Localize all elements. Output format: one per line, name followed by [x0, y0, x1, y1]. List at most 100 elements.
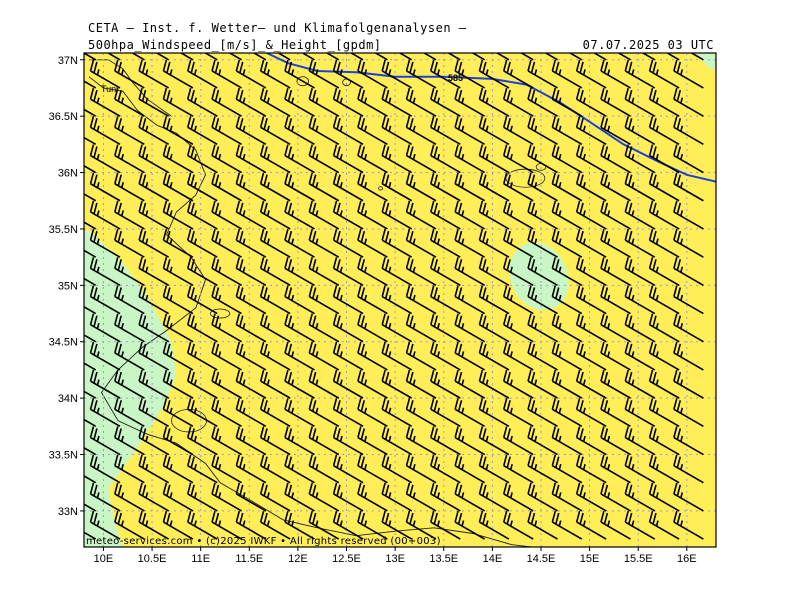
- wind-barb-half-flag: [73, 267, 74, 273]
- wind-barb-half-flag: [195, 41, 196, 47]
- wind-barb-flag: [650, 32, 653, 43]
- wind-barb-flag: [382, 32, 385, 43]
- wind-barb-flag: [455, 32, 458, 43]
- wind-barb-flag: [434, 34, 437, 45]
- wind-barb-half-flag: [73, 351, 74, 357]
- wind-barb-flag: [552, 32, 555, 43]
- wind-barb-flag: [264, 34, 267, 45]
- wind-barb-flag: [66, 32, 69, 43]
- x-tick-label: 10E: [94, 553, 114, 565]
- wind-height-map: Tuni 585 meteo-services.com • (c)2025 IW…: [49, 32, 717, 565]
- wind-barb-flag: [285, 32, 288, 43]
- wind-barb-half-flag: [73, 295, 74, 301]
- y-tick-label: 37N: [58, 55, 78, 67]
- y-tick-label: 34.5N: [49, 337, 78, 349]
- wind-barb-flag: [115, 32, 118, 43]
- y-tick-label: 36.5N: [49, 111, 78, 123]
- wind-barb-half-flag: [292, 41, 293, 47]
- wind-barb-flag: [66, 426, 69, 437]
- wind-barb-flag: [139, 32, 142, 43]
- place-label-tunis: Tuni: [101, 84, 118, 94]
- y-tick-label: 35N: [58, 280, 78, 292]
- wind-barb-flag: [70, 372, 73, 383]
- wind-barb-flag: [677, 34, 680, 45]
- x-tick-label: 14E: [483, 553, 503, 565]
- wind-barb-flag: [70, 203, 73, 214]
- wind-barb-flag: [507, 34, 510, 45]
- x-tick-label: 14.5E: [527, 553, 556, 565]
- wind-barb-flag: [70, 428, 73, 439]
- x-tick-label: 11E: [191, 553, 210, 565]
- x-tick-label: 13.5E: [429, 553, 458, 565]
- wind-barb-flag: [236, 32, 239, 43]
- y-tick-label: 33N: [58, 506, 78, 518]
- wind-speed-fill: [84, 53, 716, 547]
- wind-barb-flag: [261, 32, 264, 43]
- x-tick-label: 16E: [677, 553, 697, 565]
- wind-barb-half-flag: [243, 41, 244, 47]
- wind-barb-flag: [240, 34, 243, 45]
- wind-barb-half-flag: [122, 41, 123, 47]
- wind-barb-half-flag: [97, 41, 98, 47]
- wind-barb-flag: [309, 32, 312, 43]
- wind-barb-half-flag: [559, 41, 560, 47]
- wind-barb-flag: [70, 485, 73, 496]
- wind-barb-flag: [653, 34, 656, 45]
- wind-barb-flag: [556, 34, 559, 45]
- wind-barb-half-flag: [268, 41, 269, 47]
- wind-barb-flag: [483, 34, 486, 45]
- wind-barb-half-flag: [73, 464, 74, 470]
- wind-barb-flag: [66, 201, 69, 212]
- wind-barb-half-flag: [73, 69, 74, 75]
- wind-barb-half-flag: [73, 408, 74, 414]
- wind-barb-half-flag: [608, 41, 609, 47]
- wind-barb-flag: [407, 32, 410, 43]
- wind-barb-half-flag: [316, 41, 317, 47]
- wind-barb-half-flag: [657, 41, 658, 47]
- y-tick-label: 33.5N: [49, 450, 78, 462]
- wind-barb-half-flag: [584, 41, 585, 47]
- copyright-note: meteo-services.com • (c)2025 IWKF • All …: [86, 536, 441, 547]
- wind-barb-half-flag: [632, 41, 633, 47]
- wind-barb-flag: [66, 483, 69, 494]
- wind-barb-flag: [70, 316, 73, 327]
- wind-barb-half-flag: [511, 41, 512, 47]
- x-tick-label: 11.5E: [235, 553, 263, 565]
- wind-barb-half-flag: [535, 41, 536, 47]
- wind-barb-flag: [479, 32, 482, 43]
- y-tick-label: 34N: [58, 393, 78, 405]
- wind-barb-flag: [70, 34, 73, 45]
- wind-barb-half-flag: [73, 323, 74, 329]
- wind-barb-flag: [118, 34, 121, 45]
- wind-barb-flag: [386, 34, 389, 45]
- wind-barb-flag: [580, 34, 583, 45]
- wind-barb-flag: [334, 32, 337, 43]
- wind-barb-flag: [212, 32, 215, 43]
- wind-barb-half-flag: [73, 41, 74, 47]
- wind-barb-flag: [70, 259, 73, 270]
- wind-barb-flag: [431, 32, 434, 43]
- wind-barb-flag: [66, 88, 69, 99]
- wind-barb-half-flag: [146, 41, 147, 47]
- wind-barb-flag: [601, 32, 604, 43]
- y-tick-label: 35.5N: [49, 224, 78, 236]
- wind-barb-half-flag: [73, 182, 74, 188]
- x-tick-label: 12E: [288, 553, 308, 565]
- wind-barb-flag: [358, 32, 361, 43]
- wind-barb-flag: [167, 34, 170, 45]
- x-tick-label: 15.5E: [624, 553, 653, 565]
- wind-barb-half-flag: [73, 126, 74, 132]
- wind-barb-flag: [337, 34, 340, 45]
- x-tick-label: 12.5E: [332, 553, 361, 565]
- wind-barb-half-flag: [73, 492, 74, 498]
- y-tick-label: 36N: [58, 168, 78, 180]
- wind-barb-half-flag: [73, 154, 74, 160]
- wind-barb-half-flag: [73, 380, 74, 386]
- wind-barb-flag: [216, 34, 219, 45]
- wind-barb-half-flag: [73, 436, 74, 442]
- wind-barb-flag: [625, 32, 628, 43]
- plot-area: Tuni 585 meteo-services.com • (c)2025 IW…: [66, 32, 716, 547]
- wind-barb-flag: [94, 34, 97, 45]
- wind-barb-half-flag: [73, 239, 74, 245]
- wind-barb-flag: [313, 34, 316, 45]
